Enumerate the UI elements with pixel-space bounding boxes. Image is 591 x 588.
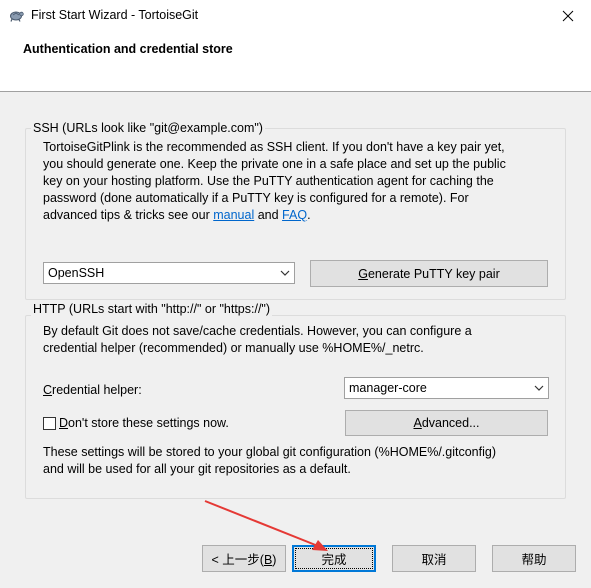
title-bar: First Start Wizard - TortoiseGit (0, 0, 591, 31)
help-button[interactable]: 帮助 (492, 545, 576, 572)
window-title: First Start Wizard - TortoiseGit (31, 8, 199, 22)
help-button-label: 帮助 (521, 553, 547, 567)
ssh-client-select[interactable]: OpenSSH (43, 262, 295, 284)
dont-store-label[interactable]: Don't store these settings now. (59, 415, 229, 432)
ssh-desc-line: advanced tips & tricks see our manual an… (43, 207, 558, 224)
label-text: dvanced... (421, 416, 480, 430)
manual-link[interactable]: manual (213, 208, 254, 222)
ssh-client-value: OpenSSH (48, 266, 105, 280)
ssh-group-label: SSH (URLs look like "git@example.com") (31, 121, 265, 135)
back-button-label: < 上一步(B) (212, 549, 277, 568)
focus-rect (295, 548, 373, 569)
chevron-down-icon (534, 385, 544, 391)
label-text: on't store these settings now. (68, 416, 229, 430)
advanced-button[interactable]: Advanced... (345, 410, 548, 436)
label-text: < 上一步( (211, 553, 264, 567)
mnemonic: D (59, 416, 69, 430)
credential-helper-value: manager-core (349, 381, 427, 395)
label-text: redential helper: (52, 383, 142, 397)
generate-button-label: Generate PuTTY key pair (358, 267, 500, 281)
dont-store-checkbox[interactable] (43, 417, 56, 430)
ssh-desc-text: advanced tips & tricks see our (43, 208, 214, 222)
page-title: Authentication and credential store (23, 42, 233, 56)
generate-putty-key-button[interactable]: Generate PuTTY key pair (310, 260, 548, 287)
chevron-down-icon (280, 270, 290, 276)
ssh-desc-line: key on your hosting platform. Use the Pu… (43, 174, 494, 188)
http-desc-line: By default Git does not save/cache crede… (43, 324, 472, 338)
http-description: By default Git does not save/cache crede… (43, 323, 558, 357)
credential-helper-select[interactable]: manager-core (344, 377, 549, 399)
finish-button[interactable]: 完成 (292, 545, 376, 572)
wizard-window: First Start Wizard - TortoiseGit Authent… (0, 0, 591, 588)
advanced-button-label: Advanced... (413, 416, 479, 430)
mnemonic: A (413, 416, 422, 430)
ssh-description: TortoiseGitPlink is the recommended as S… (43, 139, 558, 224)
cancel-button[interactable]: 取消 (392, 545, 476, 572)
close-button[interactable] (545, 0, 591, 31)
tortoisegit-app-icon (10, 11, 24, 22)
credential-helper-label: Credential helper: (43, 382, 142, 399)
http-note-line: and will be used for all your git reposi… (43, 462, 351, 476)
mnemonic: G (358, 266, 368, 281)
ssh-desc-line: you should generate one. Keep the privat… (43, 157, 506, 171)
wizard-header: Authentication and credential store (0, 31, 591, 92)
http-storage-note: These settings will be stored to your gl… (43, 444, 558, 478)
faq-link[interactable]: FAQ (282, 208, 307, 222)
ssh-desc-line: TortoiseGitPlink is the recommended as S… (43, 140, 505, 154)
label-text: enerate PuTTY key pair (367, 266, 500, 281)
ssh-desc-text: . (307, 208, 311, 222)
close-icon (562, 10, 574, 21)
label-text: ) (272, 553, 277, 567)
ssh-desc-text: and (254, 208, 283, 222)
http-note-line: These settings will be stored to your gl… (43, 445, 496, 459)
cancel-button-label: 取消 (421, 553, 447, 567)
mnemonic: C (43, 383, 53, 397)
ssh-desc-line: password (done automatically if a PuTTY … (43, 191, 469, 205)
back-button[interactable]: < 上一步(B) (202, 545, 286, 572)
http-desc-line: credential helper (recommended) or manua… (43, 341, 424, 355)
http-group-label: HTTP (URLs start with "http://" or "http… (31, 302, 273, 316)
